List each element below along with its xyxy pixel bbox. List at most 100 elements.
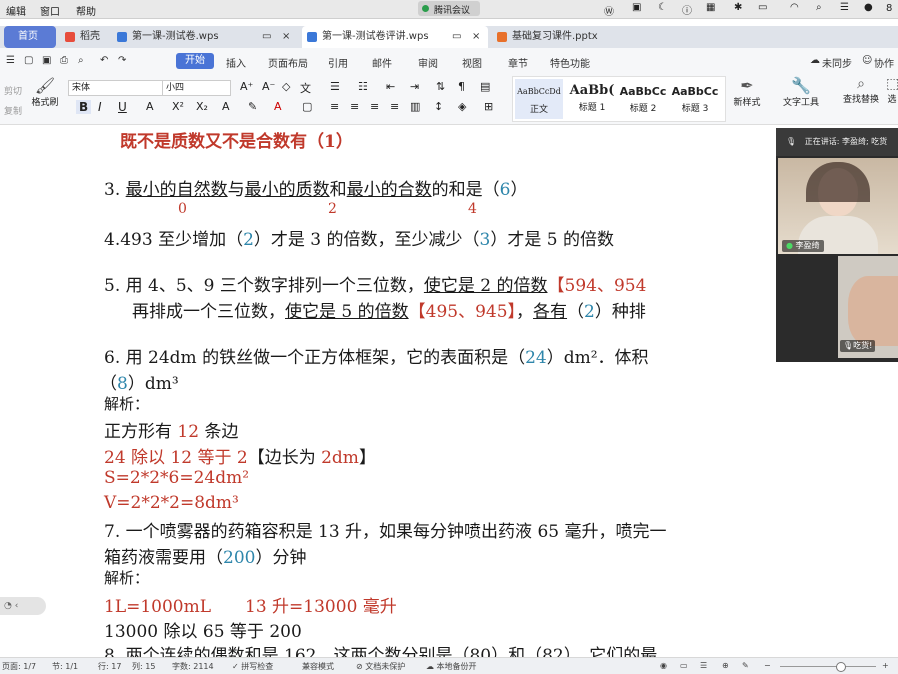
font-size-select[interactable]: 小四	[162, 80, 231, 96]
shrink-font-icon[interactable]: A⁻	[262, 80, 275, 93]
find-replace-button[interactable]: ⌕ 查找替换	[836, 76, 886, 120]
tab-test-review[interactable]: 第一课-测试卷评讲.wps ▭ ×	[302, 26, 488, 48]
tab-start[interactable]: 开始	[176, 53, 214, 69]
numbering-icon[interactable]: ☷	[358, 80, 368, 93]
document-area[interactable]: 既不是质数又不是合数有（1） 3. 最小的自然数与最小的质数和最小的合数的和是（…	[0, 125, 898, 657]
tab-close-icon[interactable]: ×	[472, 26, 480, 48]
wps-tray-icon[interactable]: Ⓦ	[604, 3, 614, 18]
redo-icon[interactable]: ↷	[118, 55, 126, 66]
decrease-indent-icon[interactable]: ⇤	[386, 80, 395, 93]
grid-icon[interactable]: ▦	[706, 2, 715, 13]
italic-button[interactable]: I	[98, 100, 102, 114]
borders-icon[interactable]: ⊞	[484, 100, 493, 113]
format-painter-button[interactable]: 🖌 格式刷	[28, 76, 62, 120]
grow-font-icon[interactable]: A⁺	[240, 80, 253, 93]
menu-window[interactable]: 窗口	[40, 3, 60, 18]
tab-mail[interactable]: 邮件	[372, 55, 392, 70]
tab-monitor-icon[interactable]: ▭	[262, 26, 271, 48]
zoom-slider-handle[interactable]	[836, 662, 846, 672]
style-normal[interactable]: AaBbCcDd 正文	[515, 79, 563, 119]
status-page[interactable]: 页面: 1/7	[2, 661, 36, 672]
control-center-icon[interactable]: ☰	[840, 2, 849, 13]
zoom-slider[interactable]	[780, 662, 876, 672]
char-border-icon[interactable]: ▢	[302, 100, 312, 113]
line-spacing-icon[interactable]: ↕	[434, 100, 443, 113]
status-words[interactable]: 字数: 2114	[172, 661, 214, 672]
style-heading-1[interactable]: AaBb( 标题 1	[567, 79, 617, 119]
justify-icon[interactable]: ≡	[390, 100, 399, 113]
tab-chapter[interactable]: 章节	[508, 55, 528, 70]
tab-page-layout[interactable]: 页面布局	[268, 55, 308, 70]
tab-references[interactable]: 引用	[328, 55, 348, 70]
text-tools-button[interactable]: 🔧 文字工具	[776, 76, 826, 120]
search-icon[interactable]: ⌕	[816, 2, 822, 13]
tab-review[interactable]: 审阅	[418, 55, 438, 70]
superscript-button[interactable]: X²	[172, 100, 184, 113]
bluetooth-icon[interactable]: ✱	[734, 2, 742, 13]
web-view-icon[interactable]: ⊕	[722, 661, 729, 670]
status-spell[interactable]: ✓ 拼写检查	[232, 661, 273, 672]
outline-view-icon[interactable]: ☰	[700, 661, 707, 670]
wifi-icon[interactable]: ◠	[790, 2, 799, 13]
video-tile-2[interactable]: 🎙吃货!	[838, 256, 898, 358]
save-icon[interactable]: ▣	[42, 55, 51, 66]
shading-icon[interactable]: ◈	[458, 100, 466, 113]
align-center-icon[interactable]: ≡	[350, 100, 359, 113]
menu-edit[interactable]: 编辑	[6, 3, 26, 18]
distribute-icon[interactable]: ▥	[410, 100, 420, 113]
pen-view-icon[interactable]: ✎	[742, 661, 749, 670]
bullets-icon[interactable]: ☰	[330, 80, 340, 93]
tab-monitor-icon[interactable]: ▭	[452, 26, 461, 48]
tab-home[interactable]: 首页	[4, 26, 56, 48]
print-icon[interactable]: ⎙	[60, 55, 68, 66]
menu-icon[interactable]: ☰	[6, 55, 15, 66]
clear-format-icon[interactable]: A	[222, 100, 230, 113]
underline-button[interactable]: U	[118, 100, 127, 114]
siri-icon[interactable]: ●	[864, 2, 873, 13]
collab-button[interactable]: 协作	[874, 55, 894, 70]
tab-test-paper[interactable]: 第一课-测试卷.wps ▭ ×	[112, 26, 298, 48]
floating-comment-button[interactable]: ◔ ‹	[0, 597, 46, 615]
chinese-layout-icon[interactable]: ▤	[480, 80, 490, 93]
tab-insert[interactable]: 插入	[226, 55, 246, 70]
sort-icon[interactable]: ⇅	[436, 80, 445, 93]
video-tile-1[interactable]: ● 李盈绮	[778, 158, 898, 254]
tab-view[interactable]: 视图	[462, 55, 482, 70]
status-protect[interactable]: ⊘ 文档未保护	[356, 661, 405, 672]
style-heading-2[interactable]: AaBbCc 标题 2	[617, 79, 669, 119]
strikethrough-button[interactable]: A	[146, 100, 154, 113]
tab-docer[interactable]: 稻壳	[60, 26, 108, 48]
page-view-icon[interactable]: ▭	[680, 661, 688, 670]
style-heading-3[interactable]: AaBbCc 标题 3	[669, 79, 721, 119]
menu-help[interactable]: 帮助	[76, 3, 96, 18]
open-icon[interactable]: ▢	[24, 55, 33, 66]
subscript-button[interactable]: X₂	[196, 100, 208, 113]
meeting-indicator[interactable]: 腾讯会议	[418, 1, 480, 16]
zoom-in-button[interactable]: +	[882, 661, 889, 670]
font-name-select[interactable]: 宋体	[68, 80, 163, 96]
battery-icon[interactable]: ▭	[758, 2, 767, 13]
bold-button[interactable]: B	[76, 100, 92, 114]
show-marks-icon[interactable]: ¶	[458, 80, 465, 93]
font-color-icon[interactable]: A	[274, 100, 282, 113]
tab-pptx[interactable]: 基础复习课件.pptx	[492, 26, 662, 48]
highlight-icon[interactable]: ✎	[248, 100, 257, 113]
copy-button[interactable]: 复制	[4, 104, 22, 117]
info-icon[interactable]: ⓘ	[682, 2, 692, 17]
status-backup[interactable]: ☁ 本地备份开	[426, 661, 477, 672]
sync-status[interactable]: 未同步	[822, 55, 852, 70]
preview-icon[interactable]: ⌕	[78, 55, 84, 66]
clear-icon[interactable]: ◇	[282, 80, 290, 93]
undo-icon[interactable]: ↶	[100, 55, 108, 66]
increase-indent-icon[interactable]: ⇥	[410, 80, 419, 93]
align-left-icon[interactable]: ≡	[330, 100, 339, 113]
tab-close-icon[interactable]: ×	[282, 26, 290, 48]
eye-icon[interactable]: ◉	[660, 661, 667, 670]
align-right-icon[interactable]: ≡	[370, 100, 379, 113]
select-button[interactable]: ⬚ 选	[886, 76, 898, 120]
cut-button[interactable]: 剪切	[4, 84, 22, 97]
tray-icon[interactable]: ▣	[632, 2, 641, 13]
phonetic-icon[interactable]: 文	[300, 80, 311, 96]
new-style-button[interactable]: ✒ 新样式	[726, 76, 768, 120]
moon-icon[interactable]: ☾	[658, 2, 667, 13]
